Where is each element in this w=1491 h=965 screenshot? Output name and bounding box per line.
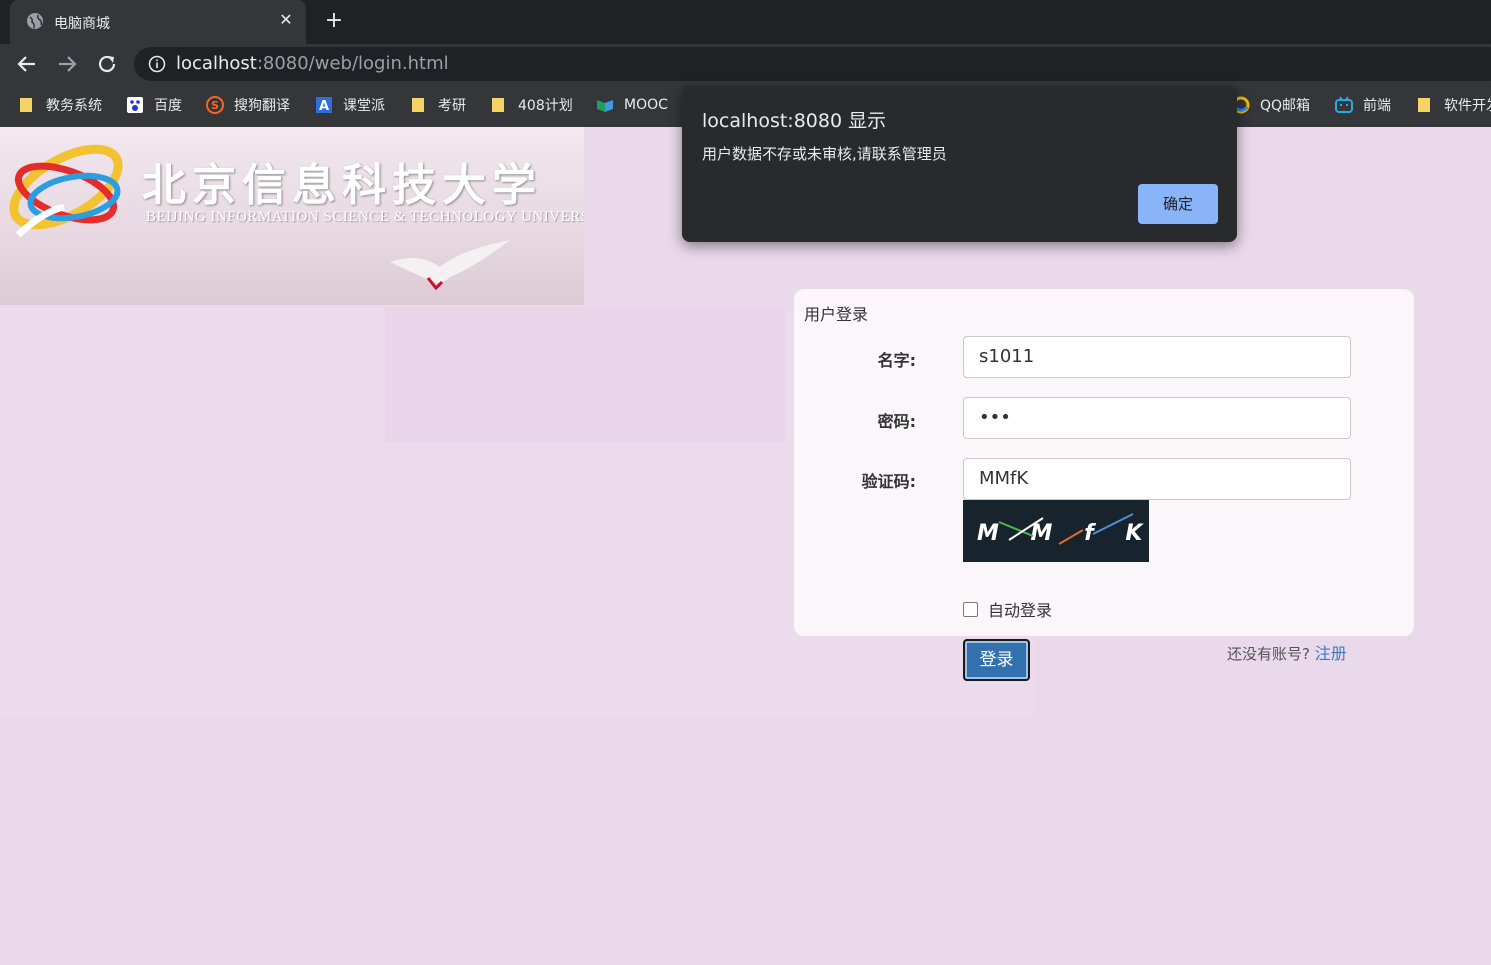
name-label: 名字: [877, 351, 916, 370]
alert-dialog: localhost:8080 显示 用户数据不存或未审核,请联系管理员 确定 [682, 86, 1237, 242]
university-banner: 北京信息科技大学 BEIJING INFORMATION SCIENCE & T… [0, 127, 584, 305]
bookmark-item[interactable]: A 课堂派 [315, 94, 385, 116]
url-text: localhost:8080/web/login.html [176, 53, 449, 74]
name-input[interactable]: s1011 [963, 336, 1351, 378]
password-label: 密码: [877, 412, 916, 431]
svg-text:A: A [319, 99, 329, 114]
captcha-input[interactable]: MMfK [963, 458, 1351, 500]
university-name-cn: 北京信息科技大学 [142, 160, 542, 211]
login-button[interactable]: 登录 [963, 639, 1030, 681]
folder-icon [1418, 98, 1430, 112]
browser-toolbar: localhost:8080/web/login.html [0, 44, 1491, 84]
bookmark-item[interactable]: S 搜狗翻译 [206, 94, 290, 116]
dialog-title: localhost:8080 显示 [702, 110, 887, 132]
auto-login-checkbox[interactable] [963, 601, 978, 617]
folder-icon [412, 98, 424, 112]
login-title: 用户登录 [804, 305, 869, 324]
background-panel [385, 307, 785, 442]
close-tab-icon[interactable]: ✕ [276, 10, 296, 30]
back-arrow-icon[interactable] [16, 53, 38, 75]
captcha-drawing: M M f K [977, 513, 1142, 546]
bookmark-item[interactable]: 408计划 [490, 94, 573, 116]
ketangpai-icon: A [316, 97, 332, 114]
new-tab-icon[interactable]: + [322, 10, 346, 34]
address-bar[interactable]: localhost:8080/web/login.html [134, 47, 1491, 81]
bookmark-item[interactable]: 百度 [126, 94, 182, 116]
bookmark-item[interactable]: 考研 [410, 94, 466, 116]
bookmark-item[interactable]: 前端 [1335, 94, 1391, 116]
bookmark-item[interactable]: MOOC [596, 94, 668, 116]
browser-tab[interactable]: 电脑商城 ✕ [10, 0, 306, 44]
globe-icon [27, 13, 43, 29]
tab-bar: 电脑商城 ✕ + [0, 0, 1491, 44]
password-input[interactable]: ••• [963, 397, 1351, 439]
crane-image [390, 240, 510, 291]
page-content: 北京信息科技大学 BEIJING INFORMATION SCIENCE & T… [0, 127, 1491, 965]
no-account-text: 还没有账号? [1227, 645, 1310, 663]
auto-login-option[interactable]: 自动登录 [963, 597, 1052, 621]
svg-text:S: S [211, 99, 219, 112]
bilibili-icon [1335, 96, 1353, 113]
dialog-ok-button[interactable]: 确定 [1138, 184, 1218, 224]
bookmark-item[interactable]: 软件开发 [1416, 94, 1491, 116]
folder-icon [20, 98, 32, 112]
bookmark-item[interactable]: QQ邮箱 [1232, 94, 1310, 116]
login-form: 用户登录 名字: s1011 密码: ••• 验证码: MMfK M M f K… [794, 289, 1414, 636]
captcha-image[interactable]: M M f K [963, 500, 1149, 562]
dialog-message: 用户数据不存或未审核,请联系管理员 [702, 145, 947, 163]
forward-arrow-icon[interactable] [56, 53, 78, 75]
baidu-icon [127, 97, 143, 113]
captcha-label: 验证码: [861, 472, 916, 491]
sogou-icon: S [206, 96, 224, 114]
university-name-en: BEIJING INFORMATION SCIENCE & TECHNOLOGY… [146, 209, 584, 225]
university-logo-icon [9, 144, 123, 238]
auto-login-label: 自动登录 [988, 601, 1053, 620]
register-link[interactable]: 注册 [1315, 644, 1347, 663]
tab-title: 电脑商城 [54, 16, 110, 32]
register-prompt: 还没有账号? 注册 [1227, 640, 1347, 664]
folder-icon [492, 98, 504, 112]
reload-icon[interactable] [96, 53, 118, 75]
mooc-icon [597, 100, 613, 112]
bookmark-item[interactable]: 教务系统 [18, 94, 102, 116]
site-info-icon[interactable] [148, 55, 166, 73]
